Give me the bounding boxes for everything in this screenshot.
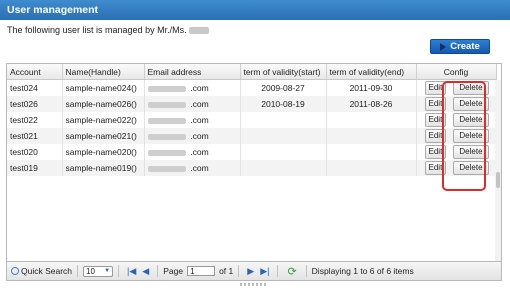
pagination-bar: Quick Search 10 ▼ |◀ ◀ Page 1 of 1 ▶ ▶| ⟳… — [6, 262, 502, 281]
create-button[interactable]: Create — [430, 39, 490, 54]
title-bar: User management — [0, 0, 510, 20]
cell-account: test024 — [7, 79, 63, 96]
redacted-email — [147, 133, 186, 140]
redacted-name — [188, 27, 209, 35]
table-row[interactable]: test020 sample-name020() .com Edit Delet… — [7, 144, 497, 160]
email-suffix: .com — [190, 147, 209, 157]
first-page-icon[interactable]: |◀ — [127, 266, 136, 277]
col-email[interactable]: Email address — [144, 64, 241, 80]
col-config: Config — [416, 64, 497, 80]
divider — [157, 265, 159, 277]
page-label: Page — [163, 266, 184, 276]
cell-account: test022 — [7, 112, 63, 128]
cell-email: .com — [144, 112, 241, 128]
redacted-email — [147, 165, 186, 172]
cell-start — [240, 112, 327, 128]
table-row[interactable]: test024 sample-name024() .com 2009-08-27… — [7, 79, 497, 96]
table-row[interactable]: test021 sample-name021() .com Edit Delet… — [7, 128, 497, 144]
cell-name: sample-name022() — [62, 112, 145, 128]
redacted-email — [147, 101, 186, 108]
cell-name: sample-name026() — [62, 96, 145, 112]
next-page-icon[interactable]: ▶ — [247, 266, 254, 277]
prev-page-icon[interactable]: ◀ — [142, 266, 149, 277]
chevron-down-icon: ▼ — [104, 268, 111, 274]
cell-email: .com — [144, 160, 241, 176]
user-table: Account Name(Handle) Email address term … — [7, 64, 497, 176]
divider — [77, 265, 79, 277]
vertical-scrollbar[interactable] — [495, 80, 501, 261]
last-page-icon[interactable]: ▶| — [260, 266, 269, 277]
email-suffix: .com — [190, 99, 209, 109]
col-account[interactable]: Account — [7, 64, 63, 80]
scrollbar-thumb[interactable] — [496, 172, 500, 188]
subtitle: The following user list is managed by Mr… — [7, 25, 209, 35]
display-count: Displaying 1 to 6 of 6 items — [311, 266, 414, 276]
table-row[interactable]: test026 sample-name026() .com 2010-08-19… — [7, 96, 497, 112]
cell-end: 2011-08-26 — [326, 96, 417, 112]
cell-end: 2011-09-30 — [326, 79, 417, 96]
cell-name: sample-name019() — [62, 160, 145, 176]
table-row[interactable]: test022 sample-name022() .com Edit Delet… — [7, 112, 497, 128]
cell-start — [240, 160, 327, 176]
cell-end — [326, 112, 417, 128]
cell-end — [326, 144, 417, 160]
cell-account: test019 — [7, 160, 63, 176]
per-page-value: 10 — [86, 266, 95, 276]
cell-email: .com — [144, 96, 241, 112]
resize-grip[interactable] — [240, 283, 268, 286]
email-suffix: .com — [190, 115, 209, 125]
col-name[interactable]: Name(Handle) — [62, 64, 145, 80]
cell-end — [326, 160, 417, 176]
cell-start — [240, 144, 327, 160]
cell-name: sample-name020() — [62, 144, 145, 160]
cell-email: .com — [144, 128, 241, 144]
subtitle-text: The following user list is managed by Mr… — [7, 25, 187, 35]
divider — [238, 265, 240, 277]
redacted-email — [147, 117, 186, 124]
email-suffix: .com — [190, 83, 209, 93]
cell-account: test026 — [7, 96, 63, 112]
quick-search-label[interactable]: Quick Search — [21, 266, 72, 276]
create-arrow-icon — [440, 42, 447, 51]
cell-email: .com — [144, 144, 241, 160]
refresh-icon[interactable]: ⟳ — [287, 265, 296, 278]
cell-start — [240, 128, 327, 144]
divider — [118, 265, 120, 277]
cell-name: sample-name021() — [62, 128, 145, 144]
redacted-email — [147, 85, 186, 92]
col-validity-end[interactable]: term of validity(end) — [326, 64, 417, 80]
table-row[interactable]: test019 sample-name019() .com Edit Delet… — [7, 160, 497, 176]
divider — [305, 265, 307, 277]
cell-account: test021 — [7, 128, 63, 144]
table-header-row: Account Name(Handle) Email address term … — [7, 64, 497, 80]
create-label: Create — [450, 41, 480, 52]
email-suffix: .com — [190, 163, 209, 173]
user-grid: Account Name(Handle) Email address term … — [6, 63, 502, 262]
cell-name: sample-name024() — [62, 79, 145, 96]
delete-column-highlight — [442, 81, 486, 191]
divider — [277, 265, 279, 277]
col-validity-start[interactable]: term of validity(start) — [240, 64, 327, 80]
cell-end — [326, 128, 417, 144]
per-page-select[interactable]: 10 ▼ — [83, 265, 114, 277]
cell-start: 2010-08-19 — [240, 96, 327, 112]
page-of-label: of 1 — [219, 266, 234, 276]
page-number-input[interactable]: 1 — [187, 266, 216, 276]
email-suffix: .com — [190, 131, 209, 141]
quick-search-icon[interactable] — [11, 267, 19, 275]
redacted-email — [147, 149, 186, 156]
cell-email: .com — [144, 79, 241, 96]
page-title: User management — [7, 4, 99, 16]
cell-account: test020 — [7, 144, 63, 160]
cell-start: 2009-08-27 — [240, 79, 327, 96]
